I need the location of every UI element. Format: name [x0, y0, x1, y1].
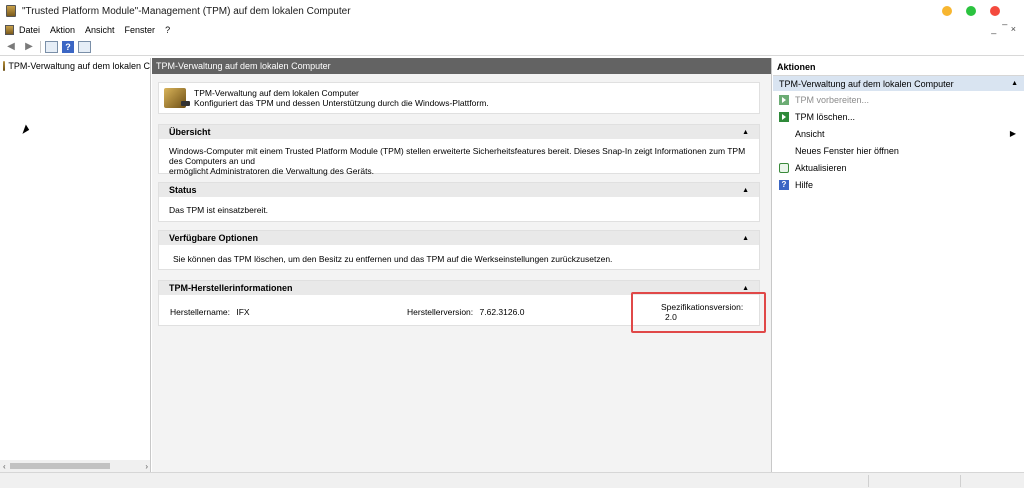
- action-label: Aktualisieren: [795, 162, 847, 173]
- action-label: Ansicht: [795, 128, 825, 139]
- vendor-name: Herstellername: IFX: [170, 307, 250, 317]
- actions-header: Aktionen: [773, 58, 1024, 76]
- help-icon[interactable]: ?: [62, 40, 74, 53]
- action-new-window[interactable]: Neues Fenster hier öffnen: [773, 142, 1024, 159]
- window-buttons: [942, 6, 1000, 16]
- section-options-header[interactable]: Verfügbare Optionen ▲: [159, 231, 759, 245]
- result-pane: TPM-Verwaltung auf dem lokalen Computer …: [152, 58, 772, 472]
- action-label: Hilfe: [795, 179, 814, 190]
- tree-horizontal-scrollbar[interactable]: ‹ ›: [0, 460, 150, 472]
- action-help[interactable]: ? Hilfe: [773, 176, 1024, 193]
- close-button[interactable]: [990, 6, 1000, 16]
- system-menu-icon[interactable]: [5, 25, 14, 35]
- section-status: Status ▲ Das TPM ist einsatzbereit.: [158, 182, 760, 222]
- console-tree: TPM-Verwaltung auf dem lokalen C ‹ ›: [0, 58, 151, 472]
- child-window-controls: _ ̅ ×: [991, 24, 1016, 34]
- status-text: Das TPM ist einsatzbereit.: [169, 205, 269, 215]
- prepare-icon: [779, 94, 789, 105]
- section-overview: Übersicht ▲ Windows-Computer mit einem T…: [158, 124, 760, 176]
- section-overview-header[interactable]: Übersicht ▲: [159, 125, 759, 139]
- child-restore-button[interactable]: ̅: [1002, 24, 1005, 34]
- vendor-version-label: Herstellerversion:: [407, 307, 474, 317]
- action-view[interactable]: Ansicht ▶: [773, 125, 1024, 142]
- help-icon: ?: [779, 179, 789, 190]
- result-pane-header: TPM-Verwaltung auf dem lokalen Computer: [152, 58, 771, 74]
- scroll-left-icon[interactable]: ‹: [3, 462, 6, 471]
- collapse-icon[interactable]: ▲: [742, 129, 749, 136]
- intro-panel: TPM-Verwaltung auf dem lokalen Computer …: [158, 82, 760, 114]
- menu-help[interactable]: ?: [165, 25, 170, 35]
- vendor-version-value: 7.62.3126.0: [479, 307, 525, 317]
- submenu-arrow-icon: ▶: [1009, 129, 1016, 138]
- vendor-name-label: Herstellername:: [170, 307, 230, 317]
- action-label: TPM vorbereiten...: [795, 94, 870, 105]
- intro-title: TPM-Verwaltung auf dem lokalen Computer: [194, 88, 359, 98]
- tpm-chip-icon: [3, 61, 6, 71]
- actions-group-header[interactable]: TPM-Verwaltung auf dem lokalen Computer …: [773, 76, 1024, 91]
- clear-icon: [779, 111, 789, 122]
- action-label: Neues Fenster hier öffnen: [795, 145, 899, 156]
- action-label: TPM löschen...: [795, 111, 856, 122]
- collapse-icon[interactable]: ▲: [742, 187, 749, 194]
- menu-fenster[interactable]: Fenster: [125, 25, 156, 35]
- status-divider: [960, 475, 961, 487]
- collapse-icon[interactable]: ▲: [1011, 80, 1018, 87]
- section-title: Status: [169, 185, 197, 195]
- status-divider: [868, 475, 869, 487]
- menu-bar: Datei Aktion Ansicht Fenster ? _ ̅ ×: [0, 22, 1024, 38]
- tpm-chip-icon: [6, 5, 16, 17]
- vendor-name-value: IFX: [236, 307, 250, 317]
- section-title: Verfügbare Optionen: [169, 233, 259, 243]
- scroll-right-icon[interactable]: ›: [145, 462, 148, 471]
- overview-text-line1: Windows-Computer mit einem Trusted Platf…: [169, 146, 746, 166]
- status-bar: [0, 472, 1024, 488]
- section-status-header[interactable]: Status ▲: [159, 183, 759, 197]
- section-title: TPM-Herstellerinformationen: [169, 283, 293, 293]
- tree-item-label: TPM-Verwaltung auf dem lokalen C: [8, 61, 150, 71]
- menu-aktion[interactable]: Aktion: [50, 25, 75, 35]
- actions-pane: Aktionen TPM-Verwaltung auf dem lokalen …: [773, 58, 1024, 472]
- maximize-button[interactable]: [966, 6, 976, 16]
- child-close-button[interactable]: ×: [1011, 24, 1016, 34]
- collapse-icon[interactable]: ▲: [742, 285, 749, 292]
- action-clear-tpm[interactable]: TPM löschen...: [773, 108, 1024, 125]
- collapse-icon[interactable]: ▲: [742, 235, 749, 242]
- highlight-annotation: [631, 292, 766, 333]
- toolbar-separator: [40, 40, 41, 53]
- title-bar: "Trusted Platform Module"-Management (TP…: [0, 0, 1024, 22]
- action-prepare-tpm[interactable]: TPM vorbereiten...: [773, 91, 1024, 108]
- menu-ansicht[interactable]: Ansicht: [85, 25, 115, 35]
- overview-text-line2: ermöglicht Administratoren die Verwaltun…: [169, 166, 375, 176]
- tpm-chip-icon: [164, 88, 190, 108]
- child-minimize-button[interactable]: _: [991, 24, 996, 34]
- vendor-version: Herstellerversion: 7.62.3126.0: [407, 307, 524, 317]
- minimize-button[interactable]: [942, 6, 952, 16]
- intro-description: Konfiguriert das TPM und dessen Unterstü…: [194, 98, 489, 108]
- console-tree-icon[interactable]: [45, 40, 58, 53]
- refresh-icon: [779, 162, 789, 173]
- menu-datei[interactable]: Datei: [19, 25, 40, 35]
- tree-item-tpm[interactable]: TPM-Verwaltung auf dem lokalen C: [0, 58, 150, 74]
- section-options: Verfügbare Optionen ▲ Sie können das TPM…: [158, 230, 760, 270]
- scroll-thumb[interactable]: [10, 463, 110, 469]
- action-pane-icon[interactable]: [78, 40, 91, 53]
- action-refresh[interactable]: Aktualisieren: [773, 159, 1024, 176]
- actions-group-title: TPM-Verwaltung auf dem lokalen Computer: [779, 78, 954, 89]
- back-arrow-icon[interactable]: ◀: [4, 41, 18, 53]
- toolbar: ◀ ▶ ?: [0, 38, 1024, 56]
- forward-arrow-icon[interactable]: ▶: [22, 41, 36, 53]
- options-text: Sie können das TPM löschen, um den Besit…: [173, 254, 613, 264]
- section-title: Übersicht: [169, 127, 211, 137]
- window-title: "Trusted Platform Module"-Management (TP…: [22, 5, 351, 17]
